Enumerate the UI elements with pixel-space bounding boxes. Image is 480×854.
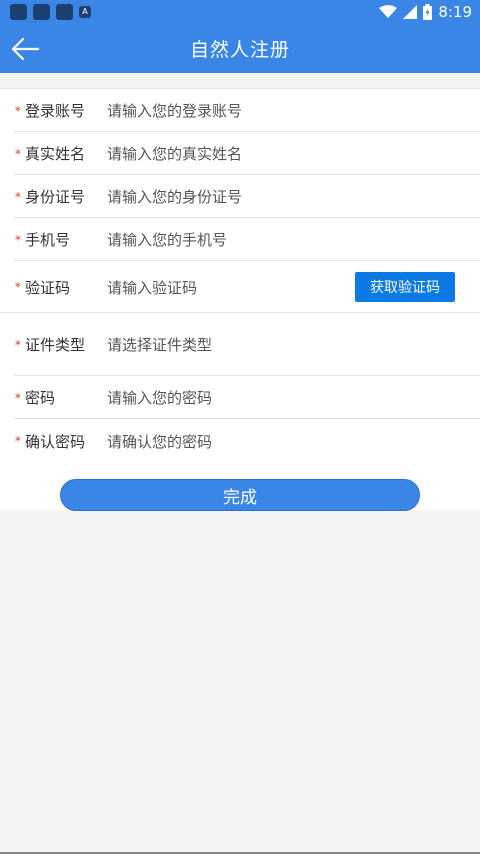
required-mark: * [15, 337, 21, 352]
status-bar: A 8:19 [0, 0, 480, 24]
form-row-phone[interactable]: * 手机号 请输入您的手机号 [0, 218, 480, 261]
get-code-button[interactable]: 获取验证码 [355, 272, 455, 302]
field-label: 验证码 [25, 278, 71, 297]
required-mark: * [15, 103, 21, 118]
app-notification-icon [56, 4, 73, 20]
real-name-input[interactable]: 请输入您的真实姓名 [107, 143, 480, 164]
required-mark: * [15, 146, 21, 161]
form-row-login-account[interactable]: * 登录账号 请输入您的登录账号 [0, 89, 480, 132]
notification-icons: A [10, 4, 91, 20]
password-input[interactable]: 请输入您的密码 [107, 387, 480, 408]
form-row-confirm-password[interactable]: * 确认密码 请确认您的密码 [0, 419, 480, 463]
confirm-password-input[interactable]: 请确认您的密码 [107, 431, 480, 452]
battery-icon [423, 4, 433, 20]
form-row-real-name[interactable]: * 真实姓名 请输入您的真实姓名 [0, 132, 480, 175]
field-label: 登录账号 [25, 102, 86, 120]
form-row-id-number[interactable]: * 身份证号 请输入您的身份证号 [0, 175, 480, 218]
signal-icon [403, 5, 418, 19]
field-label: 密码 [25, 389, 56, 407]
clock: 8:19 [438, 3, 472, 21]
status-right: 8:19 [379, 3, 472, 21]
form-row-verification-code[interactable]: * 验证码 请输入验证码 获取验证码 [0, 261, 480, 313]
wifi-icon [379, 5, 398, 18]
page-title: 自然人注册 [189, 39, 290, 61]
app-notification-icon [10, 4, 27, 20]
id-number-input[interactable]: 请输入您的身份证号 [107, 186, 480, 207]
title-bar: 自然人注册 [0, 24, 480, 73]
required-mark: * [15, 189, 21, 204]
phone-input[interactable]: 请输入您的手机号 [107, 229, 480, 250]
required-mark: * [15, 232, 21, 247]
required-mark: * [15, 434, 21, 448]
field-label: 证件类型 [25, 336, 86, 354]
field-label: 身份证号 [25, 188, 86, 206]
field-label: 确认密码 [25, 432, 86, 451]
required-mark: * [15, 280, 21, 294]
submit-area: 完成 [0, 462, 480, 511]
registration-form: * 登录账号 请输入您的登录账号 * 真实姓名 请输入您的真实姓名 * 身份证号… [0, 88, 480, 463]
app-notification-icon [33, 4, 50, 20]
form-row-password[interactable]: * 密码 请输入您的密码 [0, 376, 480, 419]
field-label: 手机号 [25, 231, 71, 249]
submit-button[interactable]: 完成 [60, 479, 420, 511]
id-type-select[interactable]: 请选择证件类型 [107, 334, 480, 355]
field-label: 真实姓名 [25, 145, 86, 163]
required-mark: * [15, 390, 21, 405]
login-account-input[interactable]: 请输入您的登录账号 [107, 100, 480, 121]
keyboard-notification-icon: A [79, 6, 91, 18]
form-row-id-type[interactable]: * 证件类型 请选择证件类型 [0, 313, 480, 376]
